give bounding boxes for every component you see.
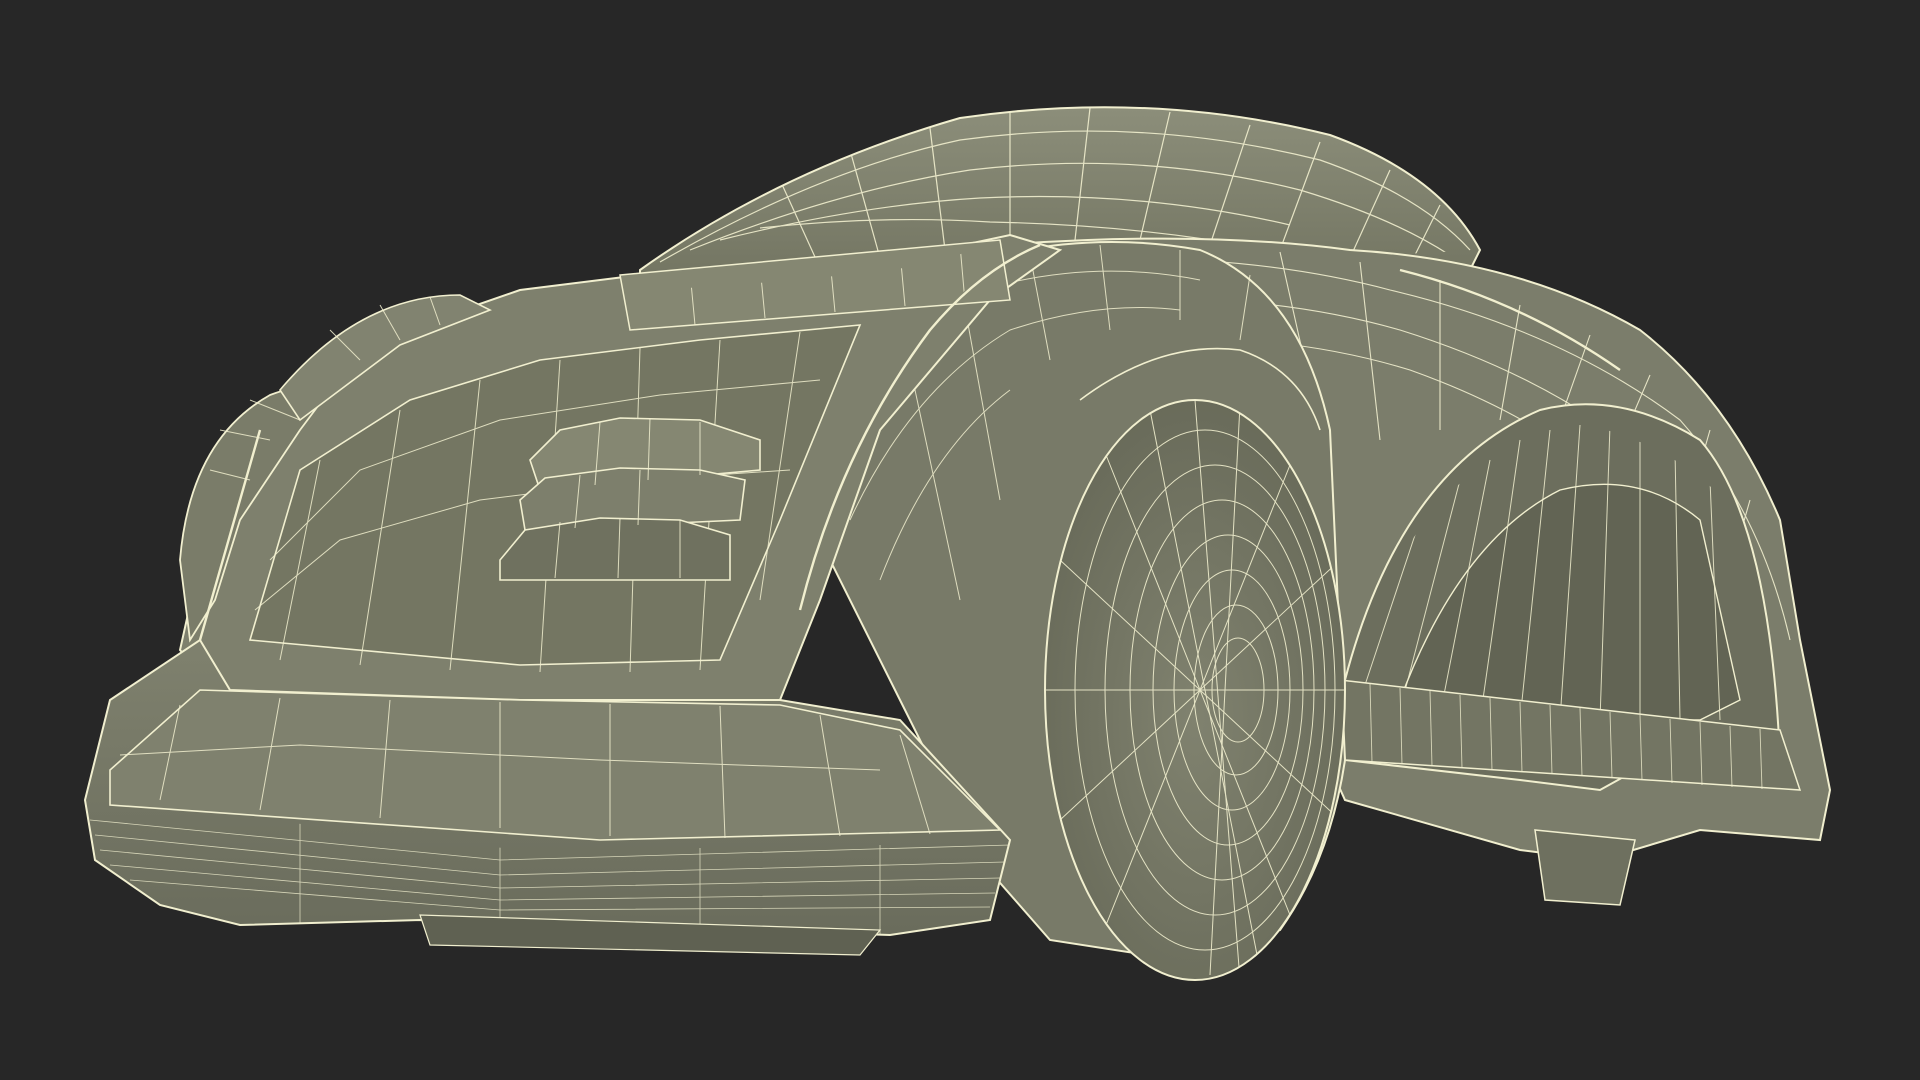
render-viewport xyxy=(0,0,1920,1080)
wireframe-model xyxy=(83,106,1832,981)
